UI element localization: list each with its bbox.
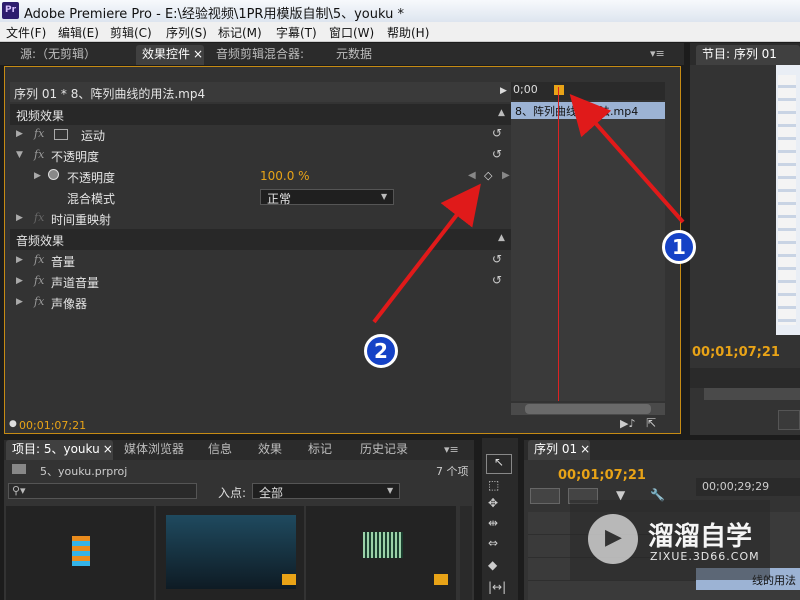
arrow-1	[569, 94, 685, 224]
arrow-2	[372, 183, 481, 324]
annotation-arrows	[372, 94, 685, 324]
annotation-badge-2: 2	[364, 334, 398, 368]
annotation-badge-1: 1	[662, 230, 696, 264]
